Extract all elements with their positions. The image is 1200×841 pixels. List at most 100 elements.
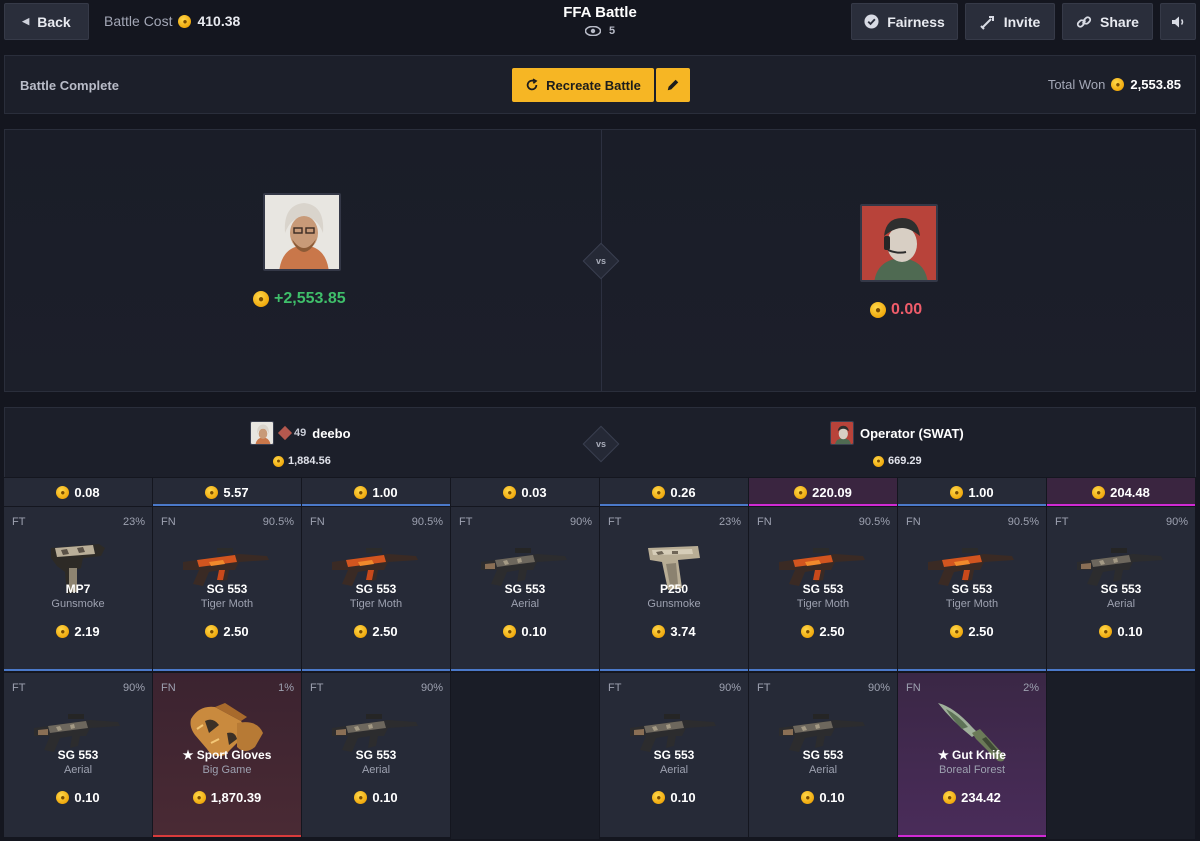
item-name: ★ Sport Gloves [182,748,272,762]
invite-button[interactable]: Invite [965,3,1055,40]
item-rarity-bar [600,669,748,671]
item-condition: FT [608,682,622,694]
column-total: ● 204.48 [1047,478,1195,506]
total-won: Total Won ● 2,553.85 [1048,77,1181,92]
item-odds: 90% [420,682,443,694]
item-odds: 90.5% [1007,516,1039,528]
item-price-value: 2.50 [372,624,398,639]
item-price: ● 0.10 [600,790,748,805]
item-condition: FT [757,682,771,694]
coin-icon: ● [950,625,964,638]
coin-icon: ● [652,791,666,804]
pencil-icon [667,79,679,91]
coin-icon: ● [205,625,219,638]
item-odds: 90% [569,516,592,528]
total-won-label: Total Won [1047,77,1106,92]
item-card[interactable]: FT 90% SG 553 Aerial ● 0.10 [4,673,152,837]
back-label: Back [37,13,71,30]
column-total-value: 220.09 [812,484,852,500]
item-skin: Tiger Moth [349,598,403,610]
empty-slot [1047,673,1195,839]
column-total-value: 204.48 [1110,484,1150,500]
item-rarity-bar [749,835,897,837]
item-condition: FT [608,516,622,528]
item-price: ● 2.19 [4,624,152,639]
item-odds: 90% [867,682,890,694]
player-1-name-row[interactable]: 49 deebo [250,421,351,445]
item-condition: FT [12,516,26,528]
item-card[interactable]: FT 23% MP7 Gunsmoke ● 2.19 [4,507,152,671]
column-total-value: 0.03 [521,484,547,500]
item-name: SG 553 [653,748,695,762]
item-card[interactable]: FT 90% SG 553 Aerial ● 0.10 [1047,507,1195,671]
coin-icon: ● [192,791,206,804]
coin-icon: ● [801,625,815,638]
item-price: ● 0.10 [749,790,897,805]
item-name: SG 553 [355,748,397,762]
item-card[interactable]: FT 23% P250 Gunsmoke ● 3.74 [600,507,748,671]
check-circle-icon [864,14,879,29]
sound-button[interactable] [1160,3,1196,40]
item-price-value: 2.50 [968,624,994,639]
column-rarity-line [4,504,152,506]
column-rarity-line [302,504,450,506]
page-title: FFA Battle [563,4,637,21]
item-price-value: 0.10 [74,790,100,805]
item-card[interactable]: FN 2% ★ Gut Knife Boreal Forest ● 234.42 [898,673,1046,837]
column-total: ● 1.00 [302,478,450,506]
item-skin: Boreal Forest [938,764,1006,776]
item-card[interactable]: FN 90.5% SG 553 Tiger Moth ● 2.50 [749,507,897,671]
coin-icon: ● [273,455,284,467]
column-rarity-line [1047,504,1195,506]
item-card[interactable]: FN 90.5% SG 553 Tiger Moth ● 2.50 [302,507,450,671]
share-button[interactable]: Share [1062,3,1153,40]
item-price-value: 1,870.39 [210,790,262,805]
player-2-name-row[interactable]: Operator (SWAT) [830,421,964,445]
item-card[interactable]: FT 90% SG 553 Aerial ● 0.10 [600,673,748,837]
coin-icon: ● [503,485,517,499]
item-rarity-bar [302,669,450,671]
coin-icon: ● [56,791,70,804]
edit-battle-button[interactable] [656,68,690,102]
coin-icon: ● [56,485,70,499]
coin-icon: ● [870,302,886,318]
item-price: ● 2.50 [898,624,1046,639]
item-card[interactable]: FT 90% SG 553 Aerial ● 0.10 [749,673,897,837]
item-price-value: 0.10 [670,790,696,805]
item-condition: FT [459,516,473,528]
coin-icon: ● [950,485,964,499]
item-odds: 2% [1023,682,1039,694]
item-card[interactable]: FN 90.5% SG 553 Tiger Moth ● 2.50 [153,507,301,671]
player-2-avatar[interactable] [860,204,938,282]
player-1-avatar[interactable] [263,193,341,271]
item-rarity-bar [153,835,301,837]
item-price: ● 2.50 [302,624,450,639]
coin-icon: ● [652,485,666,499]
item-price: ● 0.10 [302,790,450,805]
fairness-button[interactable]: Fairness [851,3,958,40]
coin-icon: ● [178,14,192,28]
recreate-battle-button[interactable]: Recreate Battle [512,68,654,102]
item-name: SG 553 [504,582,546,596]
back-button[interactable]: ◀ Back [4,3,89,40]
item-odds: 23% [718,516,741,528]
item-card[interactable]: FN 90.5% SG 553 Tiger Moth ● 2.50 [898,507,1046,671]
vs-label: vs [595,256,606,266]
player-1-level-value: 49 [294,427,307,439]
column-total-value: 5.57 [223,484,249,500]
item-card[interactable]: FT 90% SG 553 Aerial ● 0.10 [302,673,450,837]
column-total: ● 5.57 [153,478,301,506]
item-skin: Aerial [808,764,838,776]
player-2-mini-avatar [830,421,854,445]
item-condition: FN [906,682,921,694]
watcher-count: 5 [608,25,616,37]
share-label: Share [1100,13,1139,30]
column-total: ● 220.09 [749,478,897,506]
item-rarity-bar [302,835,450,837]
item-name: P250 [659,582,689,596]
item-price: ● 2.50 [749,624,897,639]
item-card[interactable]: FN 1% ★ Sport Gloves Big Game ● 1,870.39 [153,673,301,837]
item-skin: Aerial [63,764,93,776]
item-card[interactable]: FT 90% SG 553 Aerial ● 0.10 [451,507,599,671]
item-rarity-bar [4,835,152,837]
